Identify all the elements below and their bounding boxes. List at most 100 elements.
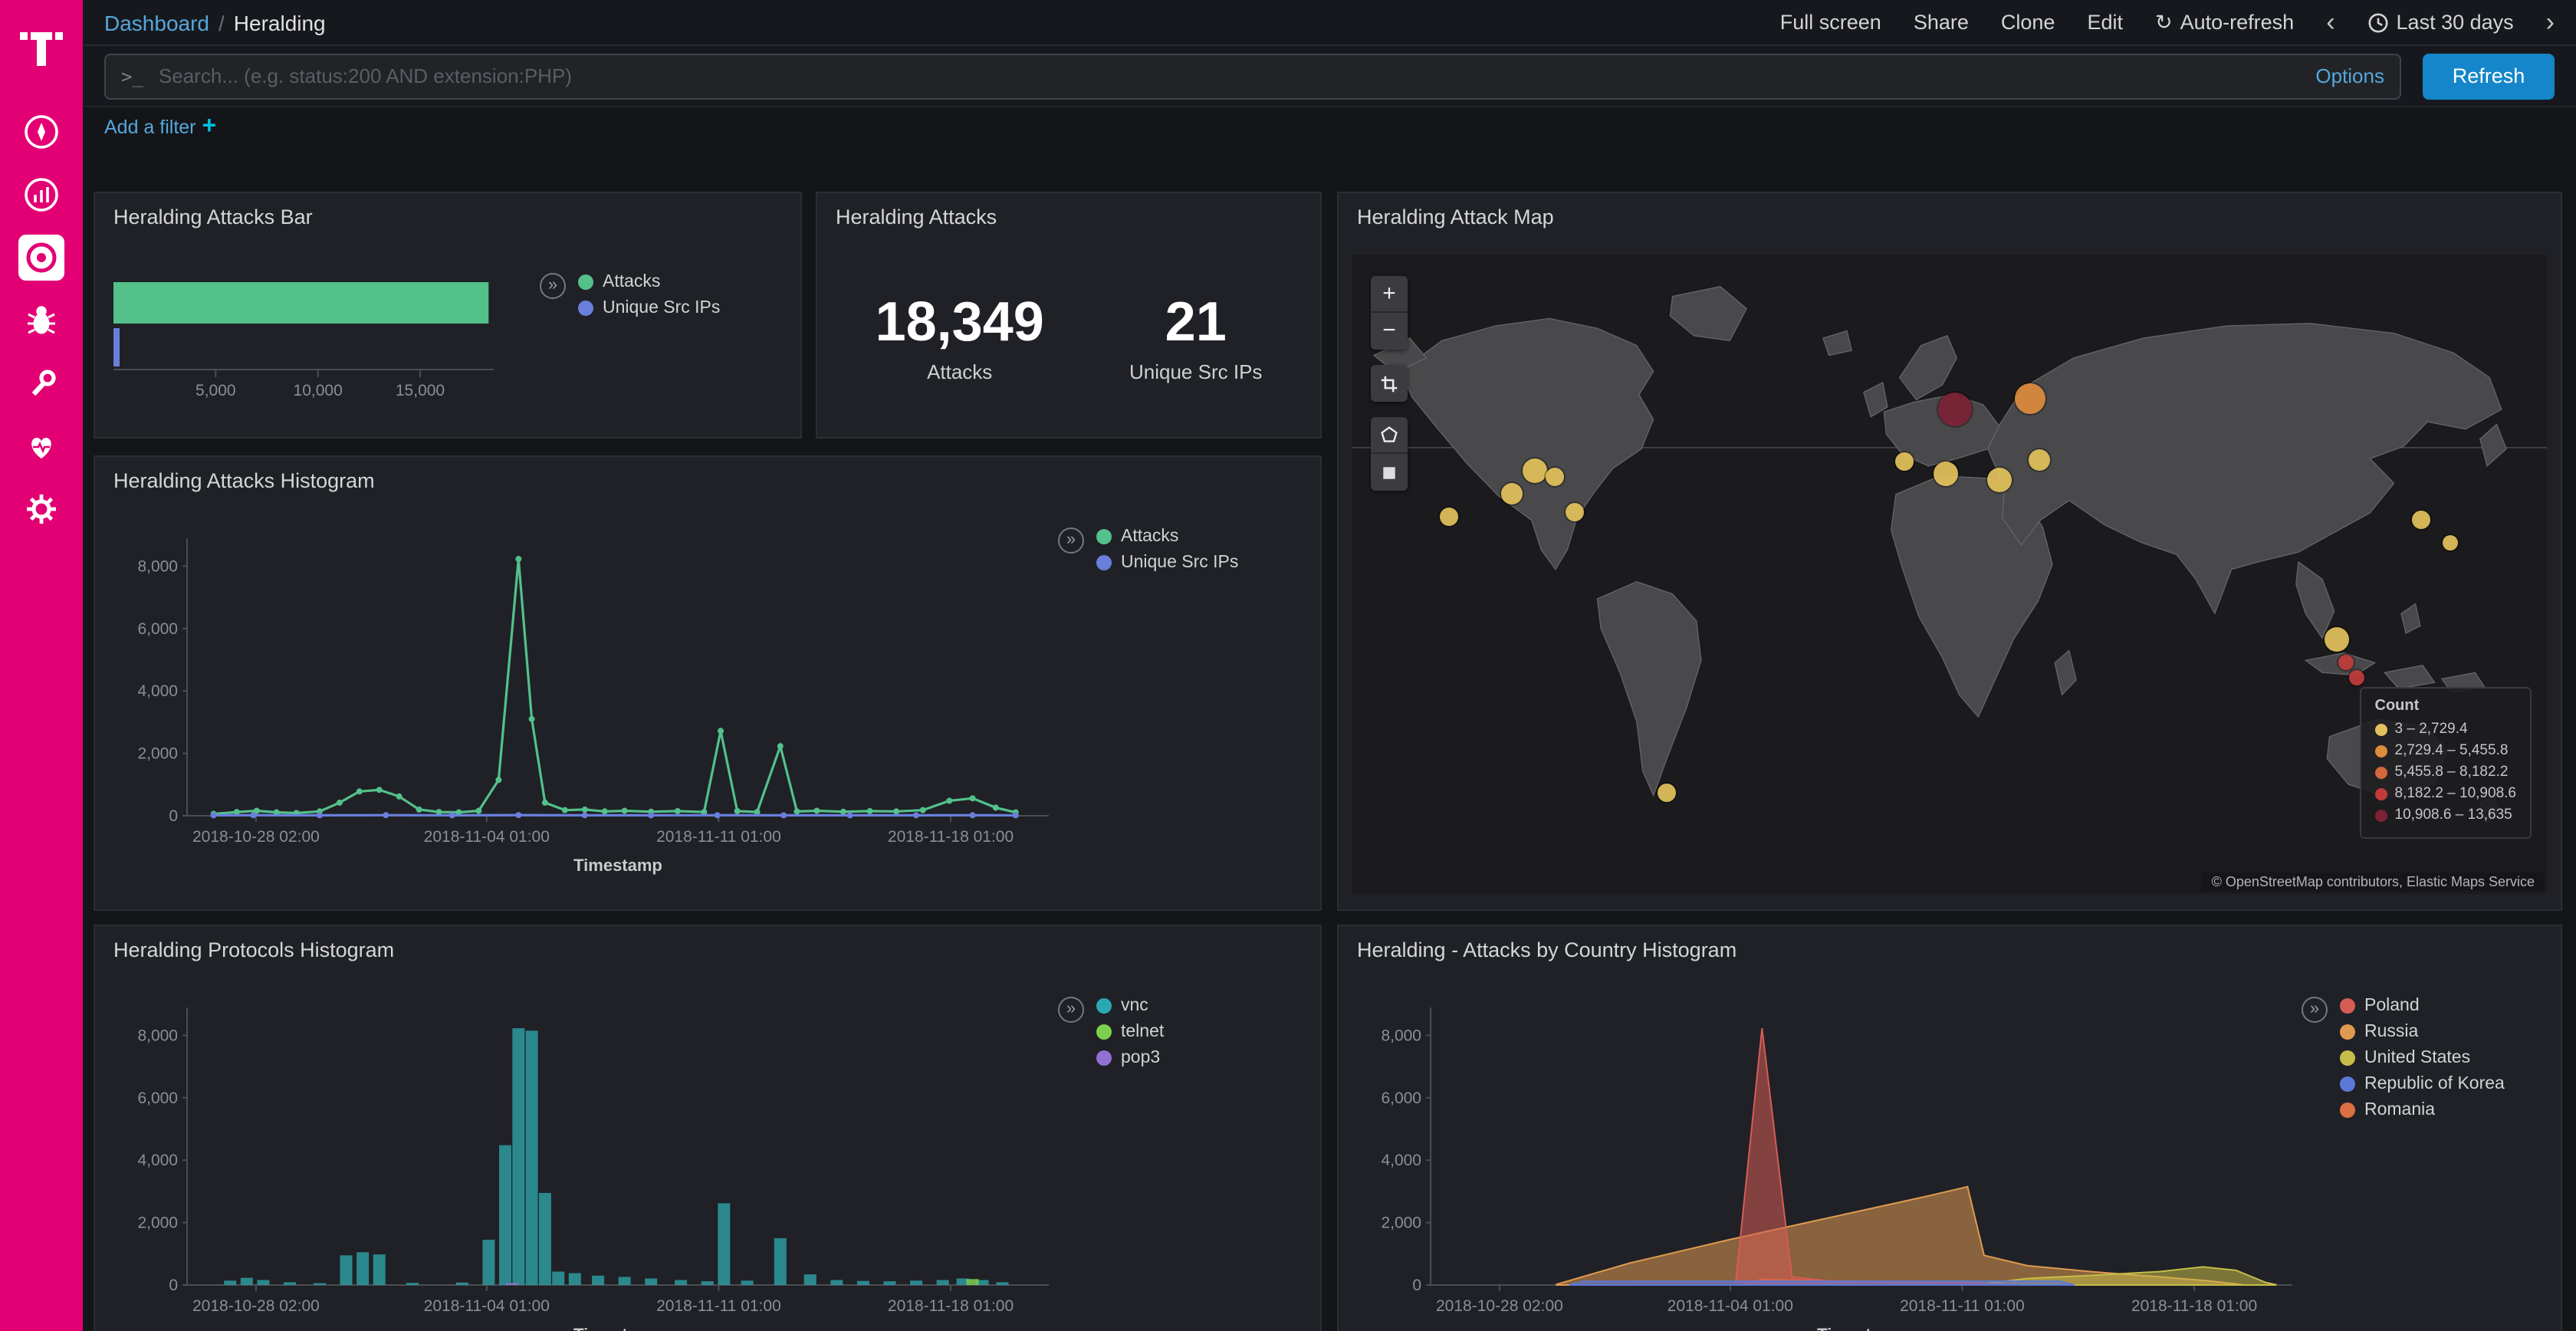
map-marker[interactable]: [1895, 452, 1914, 471]
legend-collapse-icon[interactable]: »: [1058, 997, 1084, 1023]
legend-item[interactable]: Attacks: [1096, 527, 1238, 546]
add-filter-link[interactable]: Add a filter: [104, 117, 196, 138]
svg-text:8,000: 8,000: [1381, 1027, 1421, 1044]
attacks-bar-chart[interactable]: 5,00010,00015,000: [107, 245, 567, 414]
map-marker[interactable]: [1939, 393, 1973, 426]
map-marker[interactable]: [2412, 511, 2430, 530]
svg-text:10,000: 10,000: [294, 382, 343, 399]
map-marker[interactable]: [1658, 783, 1676, 801]
edit-button[interactable]: Edit: [2087, 11, 2123, 34]
app-root: Dashboard / Heralding Full screen Share …: [0, 0, 2576, 1331]
legend-item[interactable]: Romania: [2340, 1101, 2505, 1119]
svg-text:0: 0: [1412, 1277, 1421, 1294]
map-marker[interactable]: [1934, 462, 1958, 487]
refresh-button[interactable]: Refresh: [2423, 53, 2555, 99]
panel-attacks-bar: Heralding Attacks Bar 5,00010,00015,000 …: [94, 192, 802, 439]
refresh-cycle-icon: ↻: [2155, 10, 2173, 35]
svg-text:2018-11-18 01:00: 2018-11-18 01:00: [2131, 1297, 2257, 1315]
legend-item[interactable]: United States: [2340, 1049, 2505, 1067]
telekom-logo[interactable]: [18, 18, 64, 78]
polygon-draw-icon[interactable]: [1371, 417, 1408, 454]
map-marker[interactable]: [2349, 671, 2364, 686]
map-marker[interactable]: [2029, 449, 2050, 471]
map-marker[interactable]: [2338, 655, 2354, 670]
clone-button[interactable]: Clone: [2001, 11, 2055, 34]
map-marker[interactable]: [1546, 467, 1565, 485]
map-count-legend: Count 3 – 2,729.42,729.4 – 5,455.85,455.…: [2360, 687, 2532, 839]
legend-item[interactable]: Russia: [2340, 1023, 2505, 1041]
svg-text:2,000: 2,000: [137, 1214, 178, 1232]
auto-refresh-button[interactable]: ↻ Auto-refresh: [2155, 10, 2294, 35]
svg-text:2018-11-04 01:00: 2018-11-04 01:00: [424, 1297, 550, 1315]
time-range-picker[interactable]: Last 30 days: [2367, 11, 2514, 34]
map-legend-item: 3 – 2,729.4: [2375, 721, 2517, 738]
heralding-target-icon[interactable]: [18, 235, 64, 281]
svg-text:6,000: 6,000: [137, 620, 178, 638]
world-map[interactable]: + −: [1352, 255, 2547, 894]
metric-value: 18,349: [876, 293, 1044, 351]
zoom-in-button[interactable]: +: [1371, 276, 1408, 313]
map-controls: + −: [1371, 276, 1408, 491]
legend-collapse-icon[interactable]: »: [540, 273, 566, 299]
map-marker[interactable]: [1987, 468, 2012, 492]
chart-legend: » Poland Russia United States Republic of Ko…: [2302, 997, 2505, 1127]
search-box: >_ Options: [104, 53, 2401, 99]
legend-item[interactable]: Unique Src IPs: [578, 299, 720, 317]
wrench-icon[interactable]: [18, 360, 64, 406]
legend-item[interactable]: pop3: [1096, 1049, 1164, 1067]
breadcrumb-dashboard-link[interactable]: Dashboard: [104, 10, 209, 35]
time-back-chevron-icon[interactable]: ‹: [2326, 9, 2334, 35]
bug-icon[interactable]: [18, 297, 64, 343]
svg-text:Timestamp: Timestamp: [573, 856, 662, 875]
svg-text:4,000: 4,000: [137, 682, 178, 700]
panel-protocols-histogram: Heralding Protocols Histogram 02,0004,00…: [94, 925, 1322, 1331]
country-area-chart[interactable]: 02,0004,0006,0008,0002018-10-28 02:00201…: [1357, 978, 2315, 1331]
legend-item[interactable]: Poland: [2340, 997, 2505, 1015]
fit-bounds-crop-icon[interactable]: [1371, 365, 1408, 402]
bar-chart-icon[interactable]: [18, 172, 64, 218]
topnav-actions: Full screen Share Clone Edit ↻ Auto-refr…: [1780, 9, 2555, 35]
map-marker[interactable]: [2016, 383, 2046, 414]
heartbeat-icon[interactable]: [18, 423, 64, 469]
metric-label: Unique Src IPs: [1129, 360, 1262, 383]
zoom-out-button[interactable]: −: [1371, 313, 1408, 350]
panel-title: Heralding Attacks Histogram: [95, 457, 1320, 504]
map-legend-title: Count: [2375, 698, 2517, 715]
map-marker[interactable]: [1440, 507, 1458, 525]
legend-item[interactable]: telnet: [1096, 1023, 1164, 1041]
search-input[interactable]: [156, 63, 2300, 89]
chart-legend: » Attacks Unique Src IPs: [540, 273, 720, 325]
svg-text:2018-11-04 01:00: 2018-11-04 01:00: [424, 828, 550, 846]
map-marker[interactable]: [1566, 504, 1584, 522]
full-screen-button[interactable]: Full screen: [1780, 11, 1881, 34]
add-filter-plus-icon[interactable]: +: [202, 113, 217, 141]
time-forward-chevron-icon[interactable]: ›: [2546, 9, 2555, 35]
legend-item[interactable]: Unique Src IPs: [1096, 554, 1238, 572]
share-button[interactable]: Share: [1914, 11, 1969, 34]
svg-text:2,000: 2,000: [1381, 1214, 1421, 1232]
legend-collapse-icon[interactable]: »: [2302, 997, 2328, 1023]
map-marker[interactable]: [2325, 627, 2349, 652]
dashboard-compass-icon[interactable]: [18, 109, 64, 155]
panel-title: Heralding - Attacks by Country Histogram: [1339, 926, 2561, 974]
legend-item[interactable]: Attacks: [578, 273, 720, 291]
panel-attacks-histogram: Heralding Attacks Histogram 02,0004,0006…: [94, 455, 1322, 911]
legend-item[interactable]: vnc: [1096, 997, 1164, 1015]
map-marker[interactable]: [1502, 482, 1523, 504]
map-attribution[interactable]: © OpenStreetMap contributors, Elastic Ma…: [2203, 873, 2544, 891]
rectangle-draw-icon[interactable]: [1371, 454, 1408, 491]
svg-text:2018-11-11 01:00: 2018-11-11 01:00: [1900, 1297, 2025, 1315]
options-link[interactable]: Options: [2315, 64, 2384, 87]
svg-text:4,000: 4,000: [137, 1152, 178, 1169]
svg-text:2018-11-11 01:00: 2018-11-11 01:00: [656, 828, 781, 846]
attacks-line-chart[interactable]: 02,0004,0006,0008,0002018-10-28 02:00201…: [113, 509, 1072, 896]
legend-collapse-icon[interactable]: »: [1058, 527, 1084, 554]
map-marker[interactable]: [2443, 536, 2458, 551]
top-nav-bar: Dashboard / Heralding Full screen Share …: [83, 0, 2576, 46]
gear-icon[interactable]: [18, 486, 64, 532]
map-marker[interactable]: [1523, 458, 1547, 482]
panel-title: Heralding Attacks Bar: [95, 193, 800, 241]
legend-item[interactable]: Republic of Korea: [2340, 1075, 2505, 1093]
chart-legend: » vnc telnet pop3: [1058, 997, 1164, 1075]
protocols-bar-chart[interactable]: 02,0004,0006,0008,0002018-10-28 02:00201…: [113, 978, 1072, 1331]
